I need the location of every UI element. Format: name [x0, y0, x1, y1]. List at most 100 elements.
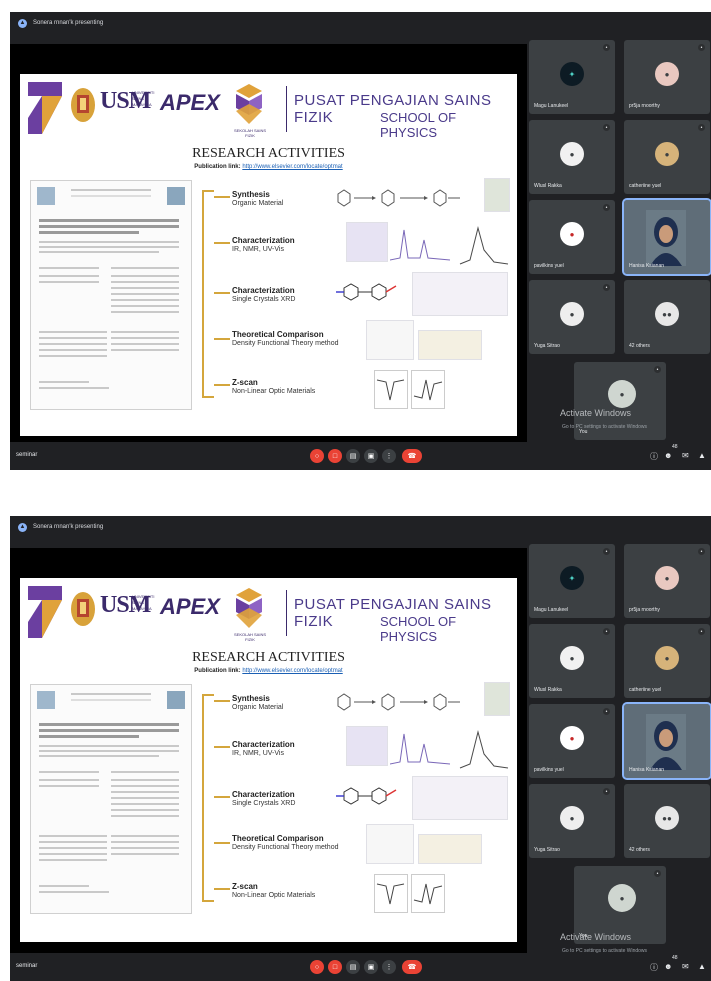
activity-detail: IR, NMR, UV-Vis: [232, 750, 284, 757]
nmr-uv-spectrum-figure: [390, 730, 509, 769]
school-cube-label: SEKOLAH SAINS FIZIK: [233, 632, 266, 642]
nmr-uv-spectrum-figure: [390, 226, 509, 265]
mic-off-icon: •: [603, 708, 610, 715]
participant-tile[interactable]: • ● Yuga Sitrao: [529, 280, 615, 354]
participant-name: Hanisa Ksianan: [629, 263, 665, 269]
participant-name: catheriine yuel: [629, 687, 662, 693]
people-count: 48: [672, 444, 678, 450]
mic-off-icon[interactable]: ○: [310, 960, 324, 974]
bracket-tick: [214, 196, 230, 198]
participant-tile[interactable]: • ● pavilkins yuel: [529, 200, 615, 274]
portrait-avatar: ●: [655, 646, 679, 670]
crystal-image: [484, 178, 510, 212]
info-icon[interactable]: ⓘ: [650, 962, 658, 973]
activity-detail: Density Functional Theory method: [232, 340, 339, 347]
mic-off-icon: •: [698, 124, 705, 131]
abstract-avatar: ✦: [560, 566, 584, 590]
participant-name: Hanisa Ksianan: [629, 767, 665, 773]
participant-tile[interactable]: • ● Yuga Sitrao: [529, 784, 615, 858]
activities-icon[interactable]: ▲: [698, 451, 706, 460]
mic-off-icon: •: [603, 628, 610, 635]
slide-logo-row: USM UNIVERSITI SAINS MALAYSIA APEX SEKOL…: [24, 582, 513, 644]
info-icon[interactable]: ⓘ: [650, 451, 658, 462]
camera-off-icon[interactable]: □: [328, 960, 342, 974]
participant-name: Wlusl Rakka: [534, 687, 562, 693]
participant-tile[interactable]: • ● pr5ja rnoorthy: [624, 40, 710, 114]
participant-tile[interactable]: • ● pavilkins yuel: [529, 704, 615, 778]
molecule-structure-figure: [336, 283, 397, 301]
participant-name: pr5ja rnoorthy: [629, 103, 660, 109]
people-count: 48: [672, 955, 678, 961]
school-name-english: SCHOOL OF PHYSICS: [380, 614, 457, 644]
bracket-tick: [214, 796, 230, 798]
captions-icon[interactable]: ▤: [346, 960, 360, 974]
participant-tile[interactable]: • ● Wlusl Rakka: [529, 624, 615, 698]
presentation-slide: USM UNIVERSITI SAINS MALAYSIA APEX SEKOL…: [20, 578, 517, 942]
more-icon[interactable]: ⋮: [382, 960, 396, 974]
logo-divider: [286, 86, 287, 132]
mic-off-icon: •: [603, 548, 610, 555]
people-icon[interactable]: ☻: [664, 451, 672, 460]
activity-heading: Synthesis: [232, 694, 270, 703]
chat-icon[interactable]: ✉: [682, 451, 689, 460]
group-avatar: ●●: [655, 806, 679, 830]
bracket-tick: [214, 700, 230, 702]
participant-tile[interactable]: • ● pr5ja rnoorthy: [624, 544, 710, 618]
activate-windows-subtitle: Go to PC settings to activate Windows: [562, 424, 648, 430]
end-call-icon[interactable]: ☎: [402, 449, 422, 463]
mic-off-icon: •: [698, 44, 705, 51]
apex-logo-text: APEX: [160, 90, 220, 115]
end-call-icon[interactable]: ☎: [402, 960, 422, 974]
present-icon[interactable]: ▣: [364, 960, 378, 974]
portrait-avatar: ●: [655, 566, 679, 590]
chat-icon[interactable]: ✉: [682, 962, 689, 971]
participant-tile[interactable]: • ● Wlusl Rakka: [529, 120, 615, 194]
portrait-avatar: ●: [655, 142, 679, 166]
meet-screenshot: ▲ Sonera rnnan'k presenting USM UNIVERSI…: [10, 12, 711, 470]
presenter-video-tile[interactable]: Hanisa Ksianan: [622, 702, 711, 780]
publication-link[interactable]: http://www.elsevier.com/locate/optmat: [242, 668, 342, 674]
zscan-open-aperture-plot: [374, 874, 445, 913]
self-avatar: ●: [608, 380, 636, 408]
portrait-avatar: ●: [560, 142, 584, 166]
apex-logo-text: APEX: [160, 594, 220, 619]
people-icon[interactable]: ☻: [664, 962, 672, 971]
others-tile[interactable]: ●● 42 others: [624, 280, 710, 354]
mic-off-icon: •: [603, 124, 610, 131]
participant-tile[interactable]: • ● catheriine yuel: [624, 624, 710, 698]
activity-heading: Characterization: [232, 236, 295, 245]
participant-name: pavilkins yuel: [534, 263, 564, 269]
presenter-video: [646, 210, 686, 266]
mic-off-icon: •: [654, 870, 661, 877]
present-icon[interactable]: ▣: [364, 449, 378, 463]
presenting-bar: ▲ Sonera rnnan'k presenting: [10, 516, 711, 538]
participant-tile[interactable]: • ✦ Magu Lanukeel: [529, 544, 615, 618]
publication-link[interactable]: http://www.elsevier.com/locate/optmat: [242, 164, 342, 170]
more-icon[interactable]: ⋮: [382, 449, 396, 463]
dft-molecule-figure: [418, 330, 482, 360]
participant-name: Magu Lanukeel: [534, 103, 569, 109]
portrait-avatar: ●: [560, 302, 584, 326]
activity-heading: Theoretical Comparison: [232, 330, 324, 339]
mic-off-icon: •: [603, 204, 610, 211]
mic-off-icon[interactable]: ○: [310, 449, 324, 463]
dft-plot-figure: [366, 320, 414, 360]
present-icon: ▲: [18, 18, 27, 28]
mic-off-icon: •: [603, 44, 610, 51]
others-tile[interactable]: ●● 42 others: [624, 784, 710, 858]
activities-icon[interactable]: ▲: [698, 962, 706, 971]
publication-line: Publication link: http://www.elsevier.co…: [20, 164, 517, 170]
participant-tile[interactable]: • ● catheriine yuel: [624, 120, 710, 194]
presentation-stage[interactable]: USM UNIVERSITI SAINS MALAYSIA APEX SEKOL…: [10, 548, 527, 956]
captions-icon[interactable]: ▤: [346, 449, 360, 463]
participant-tile[interactable]: • ✦ Magu Lanukeel: [529, 40, 615, 114]
reaction-scheme-figure: [337, 693, 460, 711]
camera-off-icon[interactable]: □: [328, 449, 342, 463]
mic-off-icon: •: [603, 788, 610, 795]
presenter-video-tile[interactable]: Hanisa Ksianan: [622, 198, 711, 276]
mic-off-icon: •: [603, 284, 610, 291]
slide-logo-row: USM UNIVERSITI SAINS MALAYSIA APEX SEKOL…: [24, 78, 513, 140]
presentation-stage[interactable]: USM UNIVERSITI SAINS MALAYSIA APEX SEKOL…: [10, 44, 527, 446]
mic-off-icon: •: [698, 548, 705, 555]
cartoon-avatar: ●: [560, 222, 584, 246]
